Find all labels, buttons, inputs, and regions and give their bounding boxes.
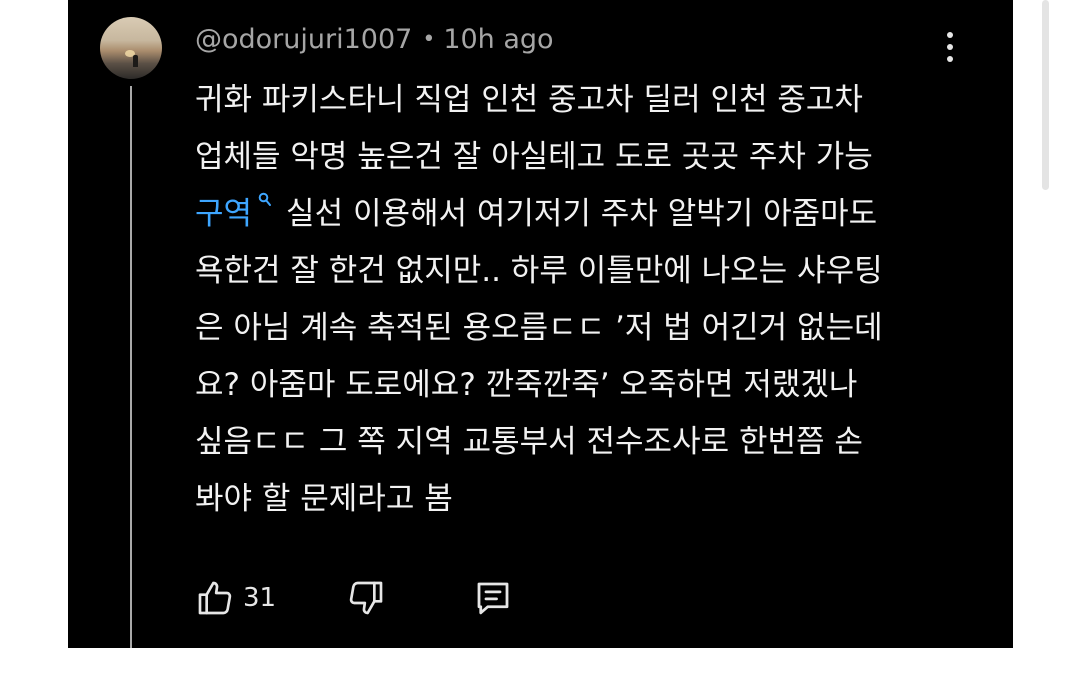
more-vertical-icon[interactable]: [938, 30, 962, 64]
meta-separator: •: [422, 26, 436, 52]
username[interactable]: @odorujuri1007: [195, 24, 412, 55]
comment-icon: [477, 582, 509, 615]
reply-button[interactable]: [472, 572, 514, 624]
search-link[interactable]: 구역: [195, 192, 286, 232]
comment-line: 봐야 할 문제라고 봄: [195, 481, 453, 517]
comment-panel: @odorujuri1007 • 10h ago 귀화 파키스타니 직업 인천 …: [68, 0, 1013, 648]
comment-line: 귀화 파키스타니 직업 인천 중고차 딜러 인천 중고차: [195, 82, 863, 118]
search-link-text[interactable]: 구역: [195, 196, 252, 232]
comment-line: 요? 아줌마 도로에요? 깐죽깐죽’ 오죽하면 저랬겠나: [195, 367, 858, 403]
comment-line-rest: 실선 이용해서 여기저기 주차 알박기 아줌마도: [286, 196, 878, 232]
avatar[interactable]: [100, 17, 162, 79]
comment-meta: @odorujuri1007 • 10h ago: [195, 20, 554, 58]
thumbs-up-icon: [198, 581, 232, 615]
avatar-figure: [133, 55, 138, 67]
like-count: 31: [243, 583, 277, 613]
comment-text: 귀화 파키스타니 직업 인천 중고차 딜러 인천 중고차 업체들 악명 높은건 …: [195, 72, 985, 528]
thread-line: [130, 86, 132, 648]
comment-actions: 31: [195, 572, 514, 624]
timestamp[interactable]: 10h ago: [443, 24, 553, 55]
comment-line: 구역 실선 이용해서 여기저기 주차 알박기 아줌마도: [195, 186, 985, 243]
comment-line: 은 아님 계속 축적된 용오름ㄷㄷ ’저 법 어긴거 없는데: [195, 310, 883, 346]
comment-line: 욕한건 잘 한건 없지만.. 하루 이틀만에 나오는 샤우팅: [195, 253, 883, 289]
like-button[interactable]: 31: [195, 572, 276, 624]
dislike-button[interactable]: [346, 572, 386, 624]
comment-line: 업체들 악명 높은건 잘 아실테고 도로 곳곳 주차 가능: [195, 139, 873, 175]
search-icon[interactable]: [258, 192, 272, 208]
comment-line: 싶음ㄷㄷ 그 쪽 지역 교통부서 전수조사로 한번쯤 손: [195, 424, 863, 460]
thumbs-down-icon: [349, 581, 383, 615]
scrollbar-thumb[interactable]: [1042, 0, 1049, 190]
